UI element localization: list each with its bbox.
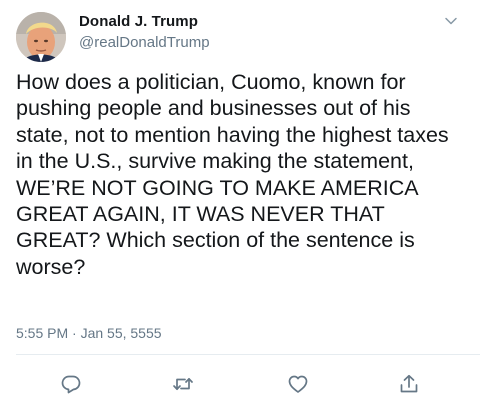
chevron-down-icon[interactable] — [444, 14, 458, 28]
tweet-timestamp[interactable]: 5:55 PM · Jan 55, 5555 — [16, 325, 162, 341]
display-name[interactable]: Donald J. Trump — [79, 13, 198, 30]
avatar-image — [16, 12, 66, 62]
share-icon[interactable] — [398, 373, 420, 395]
avatar[interactable] — [16, 12, 66, 62]
heart-icon[interactable] — [287, 373, 309, 395]
user-handle[interactable]: @realDonaldTrump — [79, 34, 210, 51]
retweet-icon[interactable] — [172, 373, 194, 395]
tweet-card: Donald J. Trump @realDonaldTrump How doe… — [0, 0, 480, 410]
reply-icon[interactable] — [60, 373, 82, 395]
tweet-text: How does a politician, Cuomo, known for … — [16, 70, 449, 279]
divider — [16, 354, 480, 355]
